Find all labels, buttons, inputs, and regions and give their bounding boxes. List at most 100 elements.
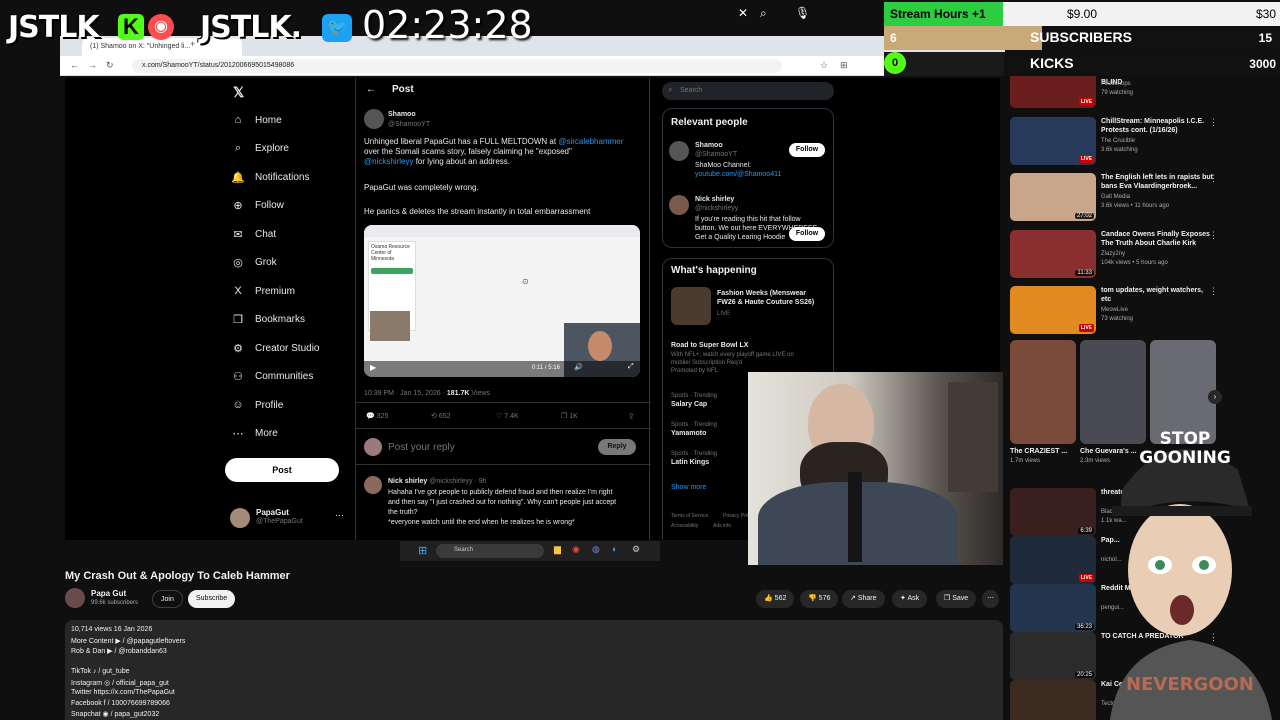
video-title[interactable]: tom updates, weight watchers, etc	[1101, 286, 1213, 304]
reply-count[interactable]: 💬 325	[366, 412, 388, 422]
chrome-icon[interactable]: ◉	[572, 544, 580, 555]
post-button[interactable]: Post	[225, 458, 339, 482]
nav-item-explore[interactable]: ⌕ Explore	[231, 139, 289, 159]
video-thumbnail[interactable]: LIVE	[1010, 286, 1096, 334]
video-thumbnail[interactable]: 27:02	[1010, 173, 1096, 221]
nav-item-home[interactable]: ⌂ Home	[231, 110, 282, 130]
mention-link[interactable]: @sircalebhammer	[558, 137, 623, 146]
video-thumbnail[interactable]: 20:25	[1010, 632, 1096, 680]
dislike-button[interactable]: 👎 576	[800, 590, 839, 608]
discord-icon[interactable]: ◍	[592, 544, 600, 555]
volume-icon[interactable]: 🔊	[574, 363, 583, 371]
nav-item-premium[interactable]: X Premium	[231, 281, 295, 301]
account-switcher[interactable]: PapaGut @ThePapaGut ⋯	[230, 506, 350, 534]
person-link[interactable]: youtube.com/@Shamoo411	[695, 170, 781, 180]
trend-title[interactable]: Yamamoto	[671, 429, 706, 439]
nav-item-chat[interactable]: ✉ Chat	[231, 224, 276, 244]
nav-item-follow[interactable]: ⊕ Follow	[231, 196, 284, 216]
more-vert-icon[interactable]: ⋮	[1209, 173, 1218, 184]
trend-title[interactable]: Salary Cap	[671, 400, 707, 410]
chevron-right-icon[interactable]: ›	[1208, 390, 1222, 404]
more-actions-icon[interactable]: ⋯	[982, 590, 999, 608]
bookmark-count[interactable]: ❒ 1K	[561, 412, 578, 422]
nav-item-creator-studio[interactable]: ⚙ Creator Studio	[231, 338, 319, 358]
mention-link[interactable]: @nickshirleyy	[364, 157, 413, 166]
settings-icon[interactable]: ⚙	[632, 544, 640, 555]
back-icon[interactable]: ←	[70, 60, 79, 70]
share-icon[interactable]: ⇪	[628, 412, 635, 422]
microphone-icon[interactable]: 🎙	[795, 6, 810, 20]
nav-item-profile[interactable]: ☺ Profile	[231, 395, 283, 415]
tweet-video[interactable]: Osama Resource Center of Minnesota ⊙ ▶ 0…	[364, 225, 640, 377]
more-vert-icon[interactable]: ⋮	[1209, 230, 1218, 241]
nav-item-bookmarks[interactable]: ❒ Bookmarks	[231, 310, 305, 330]
reply-button[interactable]: Reply	[598, 439, 636, 455]
fullscreen-icon[interactable]: ⤢	[628, 363, 634, 371]
video-title[interactable]: ChillStream: Minneapolis I.C.E. Protests…	[1101, 117, 1213, 135]
recommended-video[interactable]: 11:33 Candace Owens Finally Exposes The T…	[1010, 229, 1220, 282]
save-button[interactable]: ❒ Save	[936, 590, 977, 608]
nav-item-communities[interactable]: ⚇ Communities	[231, 367, 313, 387]
channel-name[interactable]: Papa Gut	[91, 589, 126, 598]
trend-title[interactable]: Road to Super Bowl LX	[671, 341, 748, 351]
video-thumbnail[interactable]: 11:33	[1010, 229, 1096, 278]
extensions-icon[interactable]: ⊞	[840, 60, 848, 71]
x-logo-icon[interactable]: 𝕏	[233, 84, 244, 101]
video-description[interactable]: 10,714 views 16 Jan 2026 More Content ▶ /…	[65, 620, 1003, 720]
video-thumbnail[interactable]: LIVE	[1010, 116, 1096, 165]
author-avatar[interactable]	[364, 109, 384, 129]
nav-item-more[interactable]: ⋯ More	[231, 424, 278, 444]
recommended-video[interactable]: LIVE ChillStream: Minneapolis I.C.E. Prot…	[1010, 116, 1220, 169]
like-count[interactable]: ♡ 7.4K	[496, 412, 519, 422]
person-avatar[interactable]	[669, 195, 689, 215]
reply-author-name[interactable]: Nick shirley	[388, 478, 427, 485]
close-icon[interactable]: ✕	[738, 6, 748, 20]
nav-item-notifications[interactable]: 🔔 Notifications	[231, 167, 309, 187]
show-more-link[interactable]: Show more	[671, 483, 706, 493]
ask-button[interactable]: ✦ Ask	[892, 590, 928, 608]
short-thumbnail[interactable]	[1010, 340, 1076, 444]
video-thumbnail[interactable]: 36:23	[1010, 584, 1096, 632]
search-icon[interactable]: ⌕	[760, 6, 767, 21]
video-title[interactable]: Candace Owens Finally Exposes The Truth …	[1101, 230, 1213, 248]
video-thumbnail[interactable]	[1010, 680, 1096, 720]
trend-title[interactable]: FW26 & Haute Couture SS26)	[717, 298, 814, 307]
reload-icon[interactable]: ↻	[106, 60, 114, 71]
follow-button[interactable]: Follow	[789, 227, 825, 241]
back-arrow-icon[interactable]: ←	[366, 84, 376, 95]
footer-link[interactable]: Ads info	[713, 521, 731, 531]
new-tab-icon[interactable]: +	[190, 39, 195, 49]
share-button[interactable]: ↗ Share	[842, 590, 885, 608]
reply-input[interactable]: Post your reply	[388, 442, 455, 453]
short-title[interactable]: The CRAZIEST ...	[1010, 448, 1067, 455]
nav-item-grok[interactable]: ◎ Grok	[231, 253, 276, 273]
edge-icon[interactable]: ◐	[612, 544, 617, 554]
folder-icon[interactable]: ▆	[554, 544, 561, 555]
reply-author-avatar[interactable]	[364, 476, 382, 494]
repost-count[interactable]: ⟲ 652	[431, 412, 451, 422]
author-handle[interactable]: @ShamooYT	[388, 120, 430, 130]
taskbar-search[interactable]: Search	[436, 544, 544, 558]
video-thumbnail[interactable]: 6:39	[1010, 488, 1096, 536]
join-button[interactable]: Join	[152, 590, 183, 608]
channel-avatar[interactable]	[65, 588, 85, 608]
yt-search-bar[interactable]	[520, 8, 770, 22]
forward-icon[interactable]: →	[88, 60, 97, 70]
video-thumbnail[interactable]: LIVE	[1010, 536, 1096, 584]
play-icon[interactable]: ▶	[370, 363, 376, 372]
person-avatar[interactable]	[669, 141, 689, 161]
star-icon[interactable]: ☆	[820, 60, 828, 71]
subscribe-button[interactable]: Subscribe	[188, 590, 236, 608]
follow-button[interactable]: Follow	[789, 143, 825, 157]
footer-link[interactable]: Terms of Service	[671, 511, 708, 521]
more-vert-icon[interactable]: ⋮	[1209, 117, 1218, 128]
trend-title[interactable]: Fashion Weeks (Menswear	[717, 289, 814, 298]
address-bar[interactable]: x.com/ShamooYT/status/201200669501549808…	[132, 59, 782, 73]
author-name[interactable]: Shamoo	[388, 110, 416, 120]
more-dots-icon[interactable]: ⋯	[335, 510, 344, 521]
recommended-video[interactable]: 27:02 The English left lets in rapists bu…	[1010, 173, 1220, 225]
windows-start-icon[interactable]: ⊞	[418, 544, 427, 557]
footer-link[interactable]: Accessibility	[671, 521, 698, 531]
recommended-video[interactable]: LIVE tom updates, weight watchers, etc Meo…	[1010, 286, 1220, 338]
trend-title[interactable]: Latin Kings	[671, 458, 709, 468]
